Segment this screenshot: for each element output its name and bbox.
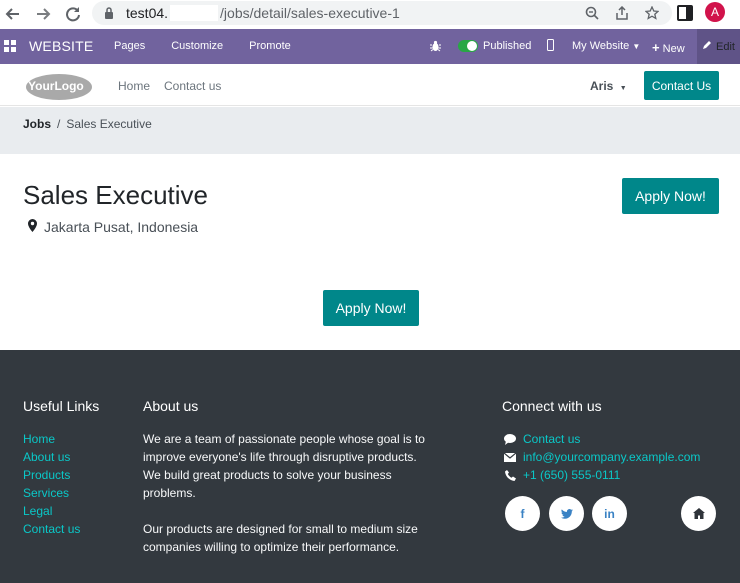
- job-title: Sales Executive: [23, 180, 208, 210]
- plus-icon: +: [652, 40, 660, 55]
- user-name: Aris: [590, 79, 614, 93]
- address-bar[interactable]: test04. /jobs/detail/sales-executive-1: [92, 1, 672, 25]
- my-website-dropdown[interactable]: My Website ▼: [572, 40, 640, 52]
- about-paragraph-1: We are a team of passionate people whose…: [143, 432, 425, 500]
- nav-contact-us[interactable]: Contact us: [164, 79, 221, 93]
- url-host: test04.: [126, 5, 169, 21]
- menu-customize[interactable]: Customize: [171, 40, 223, 52]
- about-paragraph-2: Our products are designed for small to m…: [143, 522, 418, 554]
- footer-email-link[interactable]: info@yourcompany.example.com: [523, 448, 700, 466]
- side-panel-icon[interactable]: [677, 5, 693, 21]
- zoom-icon[interactable]: [584, 5, 600, 21]
- url-redacted-part: [170, 5, 219, 21]
- useful-links-list: Home About us Products Services Legal Co…: [23, 430, 80, 538]
- url-path: /jobs/detail/sales-executive-1: [220, 5, 400, 21]
- breadcrumb-current: Sales Executive: [66, 117, 152, 131]
- url-text: test04. /jobs/detail/sales-executive-1: [126, 5, 400, 21]
- footer-contact-link[interactable]: Contact us: [523, 430, 580, 448]
- caret-down-icon: ▼: [619, 85, 627, 92]
- back-arrow-icon[interactable]: [2, 3, 24, 25]
- map-marker-icon: [28, 219, 37, 235]
- bookmark-star-icon[interactable]: [644, 5, 660, 21]
- logo-text: YourLogo: [28, 79, 84, 93]
- caret-down-icon: ▼: [632, 42, 641, 51]
- site-logo[interactable]: YourLogo: [24, 71, 93, 101]
- edit-button[interactable]: Edit: [697, 29, 740, 64]
- site-header: YourLogo Home Contact us Aris ▼ Contact …: [0, 64, 740, 106]
- linkedin-icon[interactable]: in: [592, 496, 627, 531]
- apply-now-button-top[interactable]: Apply Now!: [622, 178, 719, 214]
- job-location: Jakarta Pusat, Indonesia: [28, 219, 198, 235]
- apply-now-button[interactable]: Apply Now!: [323, 290, 419, 326]
- contact-us-button[interactable]: Contact Us: [644, 71, 719, 100]
- my-website-label: My Website: [572, 40, 630, 52]
- reload-icon[interactable]: [62, 3, 84, 25]
- address-bar-actions: [584, 5, 660, 21]
- profile-avatar[interactable]: A: [705, 2, 725, 22]
- footer-link-services[interactable]: Services: [23, 484, 80, 502]
- footer-link-home[interactable]: Home: [23, 430, 80, 448]
- phone-icon: [503, 468, 517, 482]
- facebook-icon[interactable]: f: [505, 496, 540, 531]
- phone-row: +1 (650) 555-0111: [503, 466, 700, 484]
- new-button[interactable]: + New: [652, 40, 685, 55]
- mobile-preview-icon[interactable]: [547, 39, 554, 51]
- about-us-heading: About us: [143, 398, 199, 414]
- new-label: New: [662, 43, 685, 55]
- useful-links-heading: Useful Links: [23, 398, 100, 414]
- browser-toolbar: test04. /jobs/detail/sales-executive-1 A: [0, 0, 740, 28]
- nav-home[interactable]: Home: [118, 79, 150, 93]
- about-text: We are a team of passionate people whose…: [143, 430, 433, 556]
- comment-icon: [503, 432, 517, 446]
- footer-phone-link[interactable]: +1 (650) 555-0111: [523, 466, 620, 484]
- footer-link-contact[interactable]: Contact us: [23, 520, 80, 538]
- user-menu[interactable]: Aris ▼: [590, 79, 627, 93]
- share-icon[interactable]: [614, 5, 630, 21]
- email-row: info@yourcompany.example.com: [503, 448, 700, 466]
- menu-promote[interactable]: Promote: [249, 40, 291, 52]
- footer-link-products[interactable]: Products: [23, 466, 80, 484]
- apps-grid-icon[interactable]: [4, 40, 16, 52]
- published-label[interactable]: Published: [483, 40, 531, 52]
- footer: Useful Links About us Connect with us Ho…: [0, 350, 740, 583]
- twitter-icon[interactable]: [549, 496, 584, 531]
- odoo-website-bar: WEBSITE Pages Customize Promote Publishe…: [0, 29, 740, 64]
- published-toggle[interactable]: [458, 40, 478, 52]
- breadcrumb: Jobs / Sales Executive: [23, 117, 152, 131]
- breadcrumb-separator: /: [57, 117, 61, 131]
- contact-row: Contact us: [503, 430, 700, 448]
- forward-arrow-icon[interactable]: [32, 3, 54, 25]
- lock-icon: [102, 6, 116, 20]
- menu-pages[interactable]: Pages: [114, 40, 145, 52]
- contact-list: Contact us info@yourcompany.example.com …: [503, 430, 700, 484]
- home-icon[interactable]: [681, 496, 716, 531]
- envelope-icon: [503, 450, 517, 464]
- footer-link-legal[interactable]: Legal: [23, 502, 80, 520]
- edit-label: Edit: [716, 40, 735, 53]
- breadcrumb-strip: Jobs / Sales Executive: [0, 107, 740, 154]
- location-text: Jakarta Pusat, Indonesia: [44, 219, 199, 235]
- bug-icon[interactable]: [430, 40, 441, 55]
- breadcrumb-jobs[interactable]: Jobs: [23, 117, 51, 131]
- connect-heading: Connect with us: [502, 398, 602, 414]
- odoo-menu: Pages Customize Promote: [114, 40, 317, 52]
- app-name[interactable]: WEBSITE: [29, 38, 93, 54]
- site-nav: Home Contact us: [118, 79, 221, 93]
- pencil-icon: [702, 40, 712, 53]
- footer-link-about[interactable]: About us: [23, 448, 80, 466]
